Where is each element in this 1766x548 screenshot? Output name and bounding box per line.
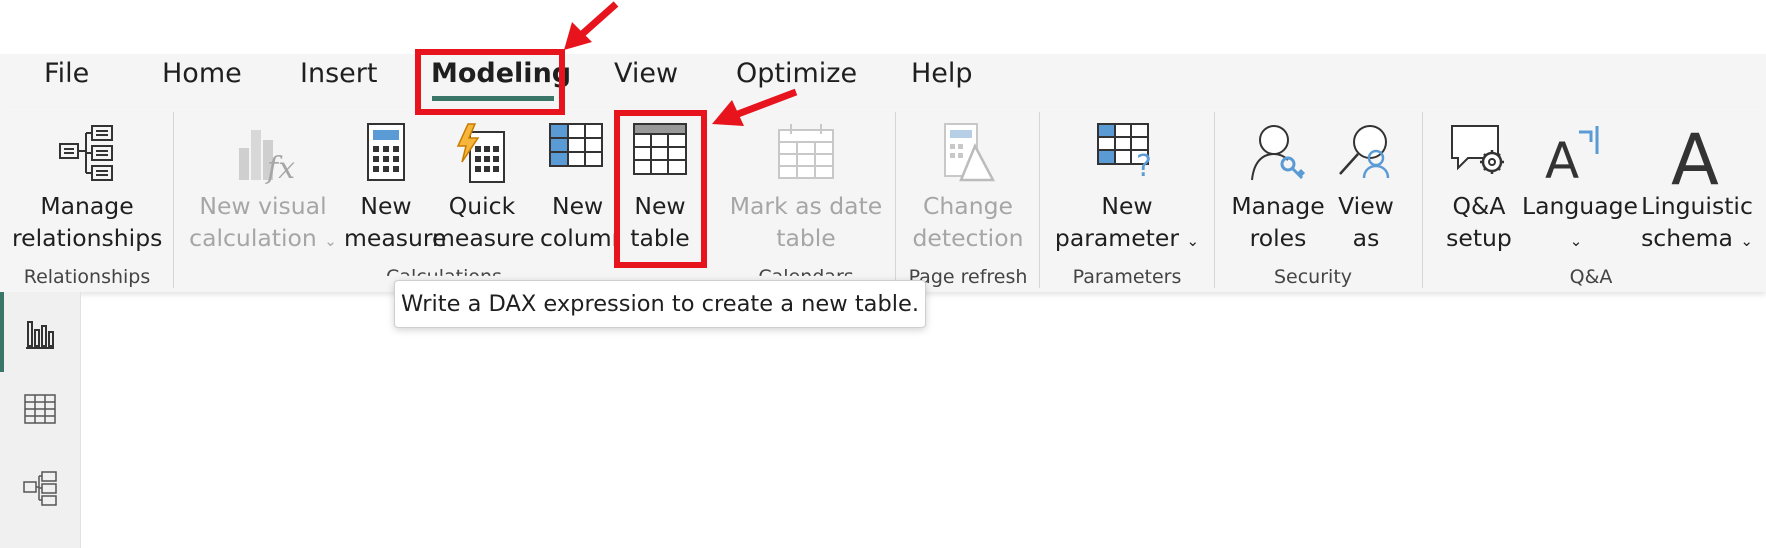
qa-setup-label: Q&A setup bbox=[1446, 192, 1512, 252]
linguistic-schema-icon: A bbox=[1671, 122, 1719, 188]
quick-measure-icon bbox=[456, 123, 505, 183]
tab-home[interactable]: Home bbox=[162, 56, 242, 92]
manage-roles-label: Manage roles bbox=[1231, 192, 1325, 252]
group-relationships-label: Relationships bbox=[23, 266, 151, 288]
svg-text:A: A bbox=[1671, 122, 1719, 188]
new-column-label: Newcolumn bbox=[540, 192, 616, 252]
table-view-icon[interactable] bbox=[24, 394, 56, 424]
new-parameter-button[interactable]: ? New parameter ⌄ bbox=[1054, 116, 1200, 264]
new-column-button[interactable]: Newcolumn bbox=[536, 116, 616, 264]
quick-measure-button[interactable]: Quick measure bbox=[432, 116, 535, 264]
linguistic-schema-label: Linguistic schema ⌄ bbox=[1641, 192, 1753, 252]
new-parameter-icon: ? bbox=[1097, 123, 1152, 178]
model-view-icon[interactable] bbox=[22, 470, 58, 506]
group-separator bbox=[1039, 112, 1040, 288]
change-detection-label: Change detection bbox=[912, 192, 1024, 252]
tab-view[interactable]: View bbox=[614, 56, 678, 92]
visual-calculation-icon: fx bbox=[239, 130, 295, 184]
calendar-icon bbox=[778, 124, 834, 179]
svg-text:?: ? bbox=[1136, 149, 1152, 178]
language-icon: A bbox=[1545, 126, 1599, 182]
ribbon-tab-bar bbox=[0, 54, 1766, 108]
chevron-down-icon: ⌄ bbox=[324, 232, 337, 250]
annotation-arrow-icon bbox=[564, 1, 619, 50]
new-measure-button[interactable]: New measure bbox=[344, 116, 447, 264]
manage-roles-button[interactable]: Manage roles bbox=[1228, 116, 1328, 264]
new-column-icon bbox=[549, 123, 603, 167]
group-separator bbox=[895, 112, 896, 288]
tab-insert[interactable]: Insert bbox=[300, 56, 377, 92]
qa-setup-button[interactable]: Q&A setup bbox=[1436, 116, 1522, 264]
chevron-down-icon: ⌄ bbox=[1186, 232, 1200, 250]
chevron-down-icon: ⌄ bbox=[1740, 232, 1753, 250]
language-label: Language ⌄ bbox=[1522, 192, 1638, 250]
new-measure-label: New measure bbox=[344, 192, 447, 252]
new-visual-calculation-button[interactable]: fx New visual calculation ⌄ bbox=[188, 116, 338, 264]
view-as-label: View as bbox=[1338, 192, 1394, 252]
tab-file[interactable]: File bbox=[44, 56, 89, 92]
manage-relationships-label: Manage relationships bbox=[12, 192, 163, 252]
new-table-tooltip: Write a DAX expression to create a new t… bbox=[394, 280, 926, 328]
group-separator bbox=[173, 112, 174, 288]
group-security-label: Security bbox=[1273, 266, 1353, 288]
new-table-highlight-box bbox=[614, 110, 707, 268]
modeling-tab-highlight-box bbox=[415, 49, 565, 115]
view-as-icon bbox=[1339, 125, 1390, 179]
annotation-arrow-icon bbox=[712, 88, 798, 126]
active-view-indicator bbox=[0, 292, 4, 372]
calculator-icon bbox=[367, 123, 405, 181]
manage-relationships-icon bbox=[59, 125, 113, 181]
mark-as-date-table-button[interactable]: Mark as date table bbox=[728, 116, 884, 264]
qa-setup-icon bbox=[1451, 125, 1504, 174]
group-parameters-label: Parameters bbox=[1072, 266, 1182, 288]
tab-help[interactable]: Help bbox=[911, 56, 973, 92]
group-qa-label: Q&A bbox=[1569, 266, 1613, 288]
change-detection-icon bbox=[944, 123, 996, 182]
linguistic-schema-button[interactable]: A Linguistic schema ⌄ bbox=[1634, 116, 1760, 264]
new-parameter-label: New parameter ⌄ bbox=[1054, 192, 1200, 252]
report-view-icon[interactable] bbox=[24, 316, 56, 350]
chevron-down-icon: ⌄ bbox=[1569, 232, 1583, 250]
change-detection-button[interactable]: Change detection bbox=[908, 116, 1028, 264]
view-as-button[interactable]: View as bbox=[1334, 116, 1398, 264]
quick-measure-label: Quick measure bbox=[432, 192, 535, 252]
svg-text:fx: fx bbox=[265, 151, 295, 184]
mark-as-date-table-label: Mark as date table bbox=[729, 192, 883, 252]
group-separator bbox=[1422, 112, 1423, 288]
svg-text:A: A bbox=[1545, 132, 1579, 182]
group-separator bbox=[1214, 112, 1215, 288]
language-button[interactable]: A Language ⌄ bbox=[1522, 116, 1638, 264]
manage-roles-icon bbox=[1251, 125, 1306, 181]
new-visual-calculation-label: New visual calculation ⌄ bbox=[189, 192, 337, 252]
manage-relationships-button[interactable]: Manage relationships bbox=[12, 116, 162, 264]
